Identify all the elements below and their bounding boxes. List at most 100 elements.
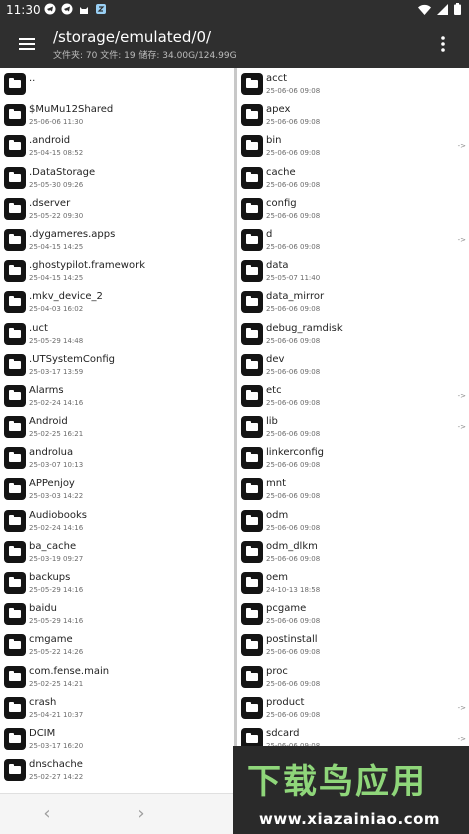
file-row[interactable]: .UTSystemConfig 25-03-17 13:59 — [0, 349, 234, 380]
more-options-icon[interactable] — [435, 34, 451, 54]
file-row[interactable]: .uct 25-05-29 14:48 — [0, 318, 234, 349]
file-row[interactable]: apex 25-06-06 09:08 — [237, 99, 469, 130]
file-row[interactable]: backups 25-05-29 14:16 — [0, 567, 234, 598]
file-row[interactable]: d 25-06-06 09:08 -> — [237, 224, 469, 255]
file-row[interactable]: bin 25-06-06 09:08 -> — [237, 130, 469, 161]
file-date: 25-05-22 09:30 — [29, 211, 84, 220]
menu-icon[interactable] — [18, 34, 38, 54]
file-date: 25-06-06 09:08 — [266, 461, 321, 470]
file-date: 25-06-06 09:08 — [266, 118, 321, 127]
file-row[interactable]: config 25-06-06 09:08 — [237, 193, 469, 224]
file-name: mnt — [266, 478, 286, 490]
file-row[interactable]: debug_ramdisk 25-06-06 09:08 — [237, 318, 469, 349]
file-row[interactable]: pcgame 25-06-06 09:08 — [237, 598, 469, 629]
file-row[interactable]: data_mirror 25-06-06 09:08 — [237, 286, 469, 317]
file-name: odm_dlkm — [266, 540, 318, 552]
file-name: .mkv_device_2 — [29, 291, 103, 303]
forward-button[interactable]: › — [129, 802, 153, 826]
file-row[interactable]: odm 25-06-06 09:08 — [237, 505, 469, 536]
file-name: crash — [29, 696, 57, 708]
file-row[interactable]: baidu 25-05-29 14:16 — [0, 598, 234, 629]
file-row[interactable]: linkerconfig 25-06-06 09:08 — [237, 442, 469, 473]
file-row[interactable]: etc 25-06-06 09:08 -> — [237, 380, 469, 411]
file-name: apex — [266, 104, 291, 116]
file-row[interactable]: .android 25-04-15 08:52 — [0, 130, 234, 161]
file-name: dev — [266, 353, 285, 365]
folder-icon — [4, 572, 26, 594]
file-row[interactable]: odm_dlkm 25-06-06 09:08 — [237, 536, 469, 567]
file-name: .uct — [29, 322, 48, 334]
file-date: 25-03-19 09:27 — [29, 554, 84, 563]
file-panes: .. $MuMu12Shared 25-06-06 11:30 .android 25-… — [0, 68, 469, 793]
file-row[interactable]: lib 25-06-06 09:08 -> — [237, 411, 469, 442]
file-date: 25-06-06 09:08 — [266, 648, 321, 657]
file-date: 25-03-07 10:13 — [29, 461, 84, 470]
file-row[interactable]: dev 25-06-06 09:08 — [237, 349, 469, 380]
symlink-indicator: -> — [457, 391, 466, 400]
file-name: backups — [29, 572, 71, 583]
file-row[interactable]: Android 25-02-25 16:21 — [0, 411, 234, 442]
file-date: 25-02-24 14:16 — [29, 398, 84, 407]
folder-icon — [4, 603, 26, 626]
folder-icon — [4, 447, 26, 470]
file-row[interactable]: postinstall 25-06-06 09:08 — [237, 629, 469, 660]
file-row[interactable]: .dserver 25-05-22 09:30 — [0, 193, 234, 224]
file-row[interactable]: .mkv_device_2 25-04-03 16:02 — [0, 286, 234, 317]
file-date: 25-04-21 10:37 — [29, 710, 84, 719]
file-row[interactable]: mnt 25-06-06 09:08 — [237, 473, 469, 504]
left-file-list[interactable]: .. $MuMu12Shared 25-06-06 11:30 .android 25-… — [0, 68, 234, 793]
file-row[interactable]: product 25-06-06 09:08 -> — [237, 692, 469, 723]
symlink-indicator: -> — [457, 235, 466, 244]
file-name: .UTSystemConfig — [29, 353, 115, 365]
file-date: 24-10-13 18:58 — [266, 586, 321, 594]
file-row[interactable]: cmgame 25-05-22 14:26 — [0, 629, 234, 660]
file-row[interactable]: .DataStorage 25-05-30 09:26 — [0, 162, 234, 193]
file-row[interactable]: data 25-05-07 11:40 — [237, 255, 469, 286]
folder-icon — [4, 197, 26, 220]
folder-icon — [4, 540, 26, 563]
file-name: APPenjoy — [29, 478, 75, 490]
file-row[interactable]: .. — [0, 68, 234, 99]
file-name: sdcard — [266, 727, 300, 739]
file-name: androlua — [29, 447, 74, 459]
folder-icon — [241, 322, 263, 345]
file-row[interactable]: dnschache 25-02-27 14:22 — [0, 754, 234, 785]
file-date: 25-06-06 09:08 — [266, 398, 321, 407]
file-row[interactable]: Audiobooks 25-02-24 14:16 — [0, 505, 234, 536]
right-file-list[interactable]: acct 25-06-06 09:08 apex 25-06-06 09:08 bin 2… — [237, 68, 469, 793]
file-date: 25-05-07 11:40 — [266, 274, 321, 283]
watermark-title: 下载鸟应用 — [247, 762, 427, 802]
folder-icon — [4, 509, 26, 532]
file-date: 25-06-06 09:08 — [266, 305, 321, 314]
file-row[interactable]: proc 25-06-06 09:08 — [237, 661, 469, 692]
app-icon — [96, 4, 106, 14]
folder-icon — [241, 135, 263, 158]
app-bar: /storage/emulated/0/ 文件夹: 70 文件: 19 储存: … — [0, 20, 469, 68]
file-row[interactable]: DCIM 25-03-17 16:20 — [0, 723, 234, 754]
file-date: 25-02-27 14:22 — [29, 773, 84, 782]
folder-icon — [4, 73, 26, 95]
file-row[interactable]: $MuMu12Shared 25-06-06 11:30 — [0, 99, 234, 130]
file-name: .dygameres.apps — [29, 228, 116, 240]
back-button[interactable]: ‹ — [35, 802, 59, 826]
file-name: .DataStorage — [29, 166, 96, 178]
file-date: 25-06-06 09:08 — [266, 149, 321, 158]
file-row[interactable]: .dygameres.apps 25-04-15 14:25 — [0, 224, 234, 255]
file-row[interactable]: crash 25-04-21 10:37 — [0, 692, 234, 723]
file-date: 25-06-06 11:30 — [29, 118, 84, 127]
file-name: data_mirror — [266, 291, 325, 303]
file-row[interactable]: cache 25-06-06 09:08 — [237, 162, 469, 193]
file-row[interactable]: Alarms 25-02-24 14:16 — [0, 380, 234, 411]
file-row[interactable]: ba_cache 25-03-19 09:27 — [0, 536, 234, 567]
folder-icon — [4, 353, 26, 376]
file-row[interactable]: .ghostypilot.framework 25-04-15 14:25 — [0, 255, 234, 286]
folder-icon — [4, 291, 26, 314]
folder-icon — [241, 353, 263, 376]
file-date: 25-06-06 09:08 — [266, 710, 321, 719]
file-row[interactable]: oem 24-10-13 18:58 — [237, 567, 469, 598]
folder-icon — [241, 509, 263, 532]
file-row[interactable]: androlua 25-03-07 10:13 — [0, 442, 234, 473]
file-row[interactable]: acct 25-06-06 09:08 — [237, 68, 469, 99]
file-row[interactable]: APPenjoy 25-03-03 14:22 — [0, 473, 234, 504]
file-row[interactable]: com.fense.main 25-02-25 14:21 — [0, 661, 234, 692]
